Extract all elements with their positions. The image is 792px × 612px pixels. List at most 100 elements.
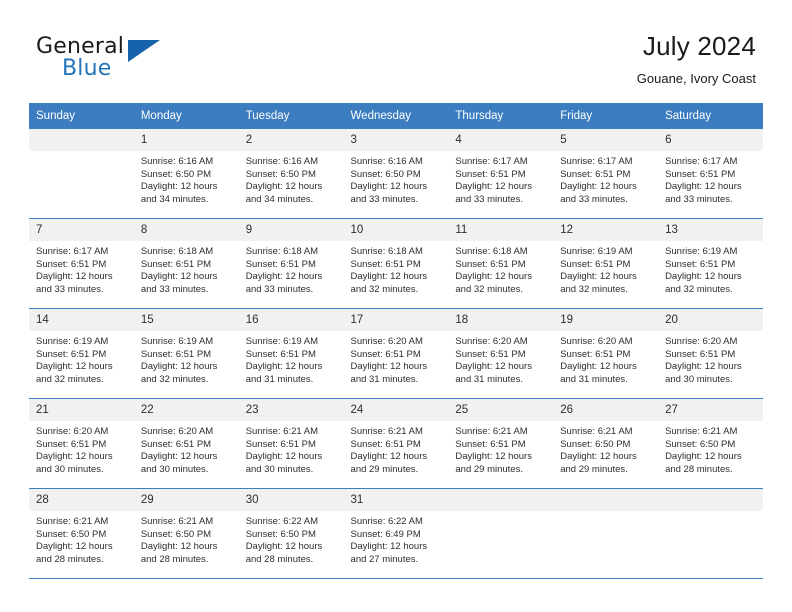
daylight-duration-line1: Daylight: 12 hours: [350, 541, 428, 553]
sunset-time: Sunset: 6:51 PM: [350, 438, 421, 450]
calendar-day-cell[interactable]: 6 Sunrise: 6:17 AM Sunset: 6:51 PM Daylight…: [658, 128, 763, 219]
sunrise-time: Sunrise: 6:20 AM: [140, 426, 214, 437]
calendar-day-cell[interactable]: 10 Sunrise: 6:18 AM Sunset: 6:51 PM Dayligh…: [343, 218, 449, 309]
sunrise-time: Sunrise: 6:19 AM: [245, 336, 319, 347]
sunset-time: Sunset: 6:51 PM: [140, 258, 212, 270]
calendar-day-cell[interactable]: 21 Sunrise: 6:20 AM Sunset: 6:51 PM Dayligh…: [29, 398, 134, 489]
day-sun-info: Sunrise: 6:19 AM Sunset: 6:51 PM Daylight:…: [658, 241, 763, 296]
weekday-header-saturday: Saturday: [658, 103, 763, 129]
day-number: 3: [343, 129, 449, 151]
calendar-day-cell[interactable]: 31 Sunrise: 6:22 AM Sunset: 6:49 PM Dayligh…: [343, 488, 449, 579]
calendar-day-cell[interactable]: 24 Sunrise: 6:21 AM Sunset: 6:51 PM Dayligh…: [343, 398, 449, 489]
sunset-time: Sunset: 6:51 PM: [455, 258, 526, 270]
sunset-time: Sunset: 6:51 PM: [665, 168, 736, 180]
sunset-time: Sunset: 6:51 PM: [455, 438, 526, 450]
day-sun-info: Sunrise: 6:22 AM Sunset: 6:50 PM Daylight:…: [239, 511, 344, 566]
daylight-duration-line1: Daylight: 12 hours: [245, 271, 323, 283]
sunset-time: Sunset: 6:50 PM: [140, 528, 212, 540]
calendar-day-cell[interactable]: 30 Sunrise: 6:22 AM Sunset: 6:50 PM Dayligh…: [238, 488, 344, 579]
calendar-day-cell[interactable]: 5 Sunrise: 6:17 AM Sunset: 6:51 PM Daylight…: [553, 128, 659, 219]
calendar-body: 1 Sunrise: 6:16 AM Sunset: 6:50 PM Daylight…: [29, 128, 763, 579]
sunrise-time: Sunrise: 6:20 AM: [560, 336, 633, 347]
daylight-duration-line1: Daylight: 12 hours: [140, 451, 218, 463]
calendar-day-cell[interactable]: 20 Sunrise: 6:20 AM Sunset: 6:51 PM Dayligh…: [658, 308, 763, 399]
calendar-day-cell[interactable]: 25 Sunrise: 6:21 AM Sunset: 6:51 PM Dayligh…: [448, 398, 554, 489]
sunrise-time: Sunrise: 6:18 AM: [245, 246, 319, 257]
sunset-time: Sunset: 6:51 PM: [455, 168, 526, 180]
calendar-day-cell[interactable]: 7 Sunrise: 6:17 AM Sunset: 6:51 PM Daylight…: [29, 218, 134, 309]
page-header: General Blue July 2024 Gouane, Ivory Coa…: [0, 0, 792, 100]
daylight-duration-line1: Daylight: 12 hours: [350, 181, 428, 193]
sunrise-time: Sunrise: 6:17 AM: [36, 246, 109, 257]
daylight-duration-line1: Daylight: 12 hours: [665, 271, 742, 283]
daylight-duration-line2: and 34 minutes.: [140, 193, 209, 205]
calendar-day-cell[interactable]: 17 Sunrise: 6:20 AM Sunset: 6:51 PM Dayligh…: [343, 308, 449, 399]
weekday-header-thursday: Thursday: [448, 103, 554, 129]
day-sun-info: Sunrise: 6:18 AM Sunset: 6:51 PM Daylight:…: [134, 241, 239, 296]
calendar-day-cell[interactable]: 3 Sunrise: 6:16 AM Sunset: 6:50 PM Daylight…: [343, 128, 449, 219]
sunset-time: Sunset: 6:50 PM: [350, 168, 421, 180]
calendar-day-cell[interactable]: 23 Sunrise: 6:21 AM Sunset: 6:51 PM Dayligh…: [238, 398, 344, 489]
calendar-day-cell[interactable]: 1 Sunrise: 6:16 AM Sunset: 6:50 PM Daylight…: [133, 128, 239, 219]
day-number: 14: [29, 309, 134, 331]
calendar-day-cell[interactable]: 27 Sunrise: 6:21 AM Sunset: 6:50 PM Dayligh…: [658, 398, 763, 489]
sunrise-time: Sunrise: 6:21 AM: [665, 426, 738, 437]
day-number: 2: [238, 129, 344, 151]
calendar-day-cell[interactable]: 19 Sunrise: 6:20 AM Sunset: 6:51 PM Dayligh…: [553, 308, 659, 399]
sunset-time: Sunset: 6:50 PM: [245, 168, 316, 180]
daylight-duration-line1: Daylight: 12 hours: [455, 271, 532, 283]
day-sun-info: Sunrise: 6:17 AM Sunset: 6:51 PM Daylight:…: [553, 151, 658, 206]
calendar-day-cell[interactable]: 2 Sunrise: 6:16 AM Sunset: 6:50 PM Daylight…: [238, 128, 344, 219]
daylight-duration-line1: Daylight: 12 hours: [140, 271, 218, 283]
sunrise-time: Sunrise: 6:16 AM: [350, 156, 423, 167]
day-number: [553, 489, 659, 511]
calendar-day-cell[interactable]: 28 Sunrise: 6:21 AM Sunset: 6:50 PM Dayligh…: [29, 488, 134, 579]
sunset-time: Sunset: 6:51 PM: [665, 348, 736, 360]
month-calendar-table: Sunday Monday Tuesday Wednesday Thursday…: [29, 103, 763, 579]
daylight-duration-line2: and 33 minutes.: [36, 283, 104, 295]
sunset-time: Sunset: 6:51 PM: [140, 438, 212, 450]
calendar-day-cell[interactable]: 13 Sunrise: 6:19 AM Sunset: 6:51 PM Dayligh…: [658, 218, 763, 309]
sunset-time: Sunset: 6:51 PM: [455, 348, 526, 360]
sunset-time: Sunset: 6:51 PM: [350, 258, 421, 270]
sunset-time: Sunset: 6:51 PM: [36, 438, 107, 450]
calendar-day-cell[interactable]: 11 Sunrise: 6:18 AM Sunset: 6:51 PM Dayligh…: [448, 218, 554, 309]
sunrise-time: Sunrise: 6:21 AM: [36, 516, 109, 527]
calendar-day-cell[interactable]: 8 Sunrise: 6:18 AM Sunset: 6:51 PM Daylight…: [133, 218, 239, 309]
title-block: July 2024 Gouane, Ivory Coast: [637, 30, 756, 87]
daylight-duration-line1: Daylight: 12 hours: [560, 451, 637, 463]
sunrise-time: Sunrise: 6:20 AM: [350, 336, 423, 347]
day-number: 31: [343, 489, 449, 511]
calendar-day-cell[interactable]: 22 Sunrise: 6:20 AM Sunset: 6:51 PM Dayligh…: [133, 398, 239, 489]
daylight-duration-line1: Daylight: 12 hours: [560, 361, 637, 373]
daylight-duration-line1: Daylight: 12 hours: [245, 451, 323, 463]
calendar-day-cell[interactable]: 18 Sunrise: 6:20 AM Sunset: 6:51 PM Dayligh…: [448, 308, 554, 399]
calendar-day-cell[interactable]: 26 Sunrise: 6:21 AM Sunset: 6:50 PM Dayligh…: [553, 398, 659, 489]
day-number: 12: [553, 219, 659, 241]
calendar-day-cell-empty: [448, 488, 554, 579]
calendar-day-cell-empty: [29, 128, 134, 219]
day-number: 13: [658, 219, 763, 241]
calendar-day-cell[interactable]: 29 Sunrise: 6:21 AM Sunset: 6:50 PM Dayligh…: [133, 488, 239, 579]
daylight-duration-line1: Daylight: 12 hours: [455, 181, 532, 193]
day-sun-info: Sunrise: 6:18 AM Sunset: 6:51 PM Daylight:…: [448, 241, 553, 296]
calendar-day-cell[interactable]: 15 Sunrise: 6:19 AM Sunset: 6:51 PM Dayligh…: [133, 308, 239, 399]
sunrise-time: Sunrise: 6:20 AM: [36, 426, 109, 437]
sunset-time: Sunset: 6:50 PM: [36, 528, 107, 540]
page-title: July 2024: [642, 31, 756, 61]
daylight-duration-line2: and 30 minutes.: [140, 463, 209, 475]
sunrise-time: Sunrise: 6:16 AM: [140, 156, 214, 167]
daylight-duration-line1: Daylight: 12 hours: [245, 181, 323, 193]
daylight-duration-line2: and 32 minutes.: [455, 283, 523, 295]
calendar-day-cell[interactable]: 16 Sunrise: 6:19 AM Sunset: 6:51 PM Dayligh…: [238, 308, 344, 399]
sunset-time: Sunset: 6:50 PM: [140, 168, 212, 180]
day-number: 27: [658, 399, 763, 421]
calendar-day-cell[interactable]: 9 Sunrise: 6:18 AM Sunset: 6:51 PM Daylight…: [238, 218, 344, 309]
sunset-time: Sunset: 6:51 PM: [36, 258, 107, 270]
day-sun-info: Sunrise: 6:20 AM Sunset: 6:51 PM Daylight:…: [29, 421, 134, 476]
calendar-day-cell[interactable]: 14 Sunrise: 6:19 AM Sunset: 6:51 PM Dayligh…: [29, 308, 134, 399]
day-sun-info: Sunrise: 6:19 AM Sunset: 6:51 PM Daylight:…: [29, 331, 134, 386]
day-sun-info: Sunrise: 6:20 AM Sunset: 6:51 PM Daylight:…: [134, 421, 239, 476]
calendar-day-cell[interactable]: 4 Sunrise: 6:17 AM Sunset: 6:51 PM Daylight…: [448, 128, 554, 219]
calendar-day-cell[interactable]: 12 Sunrise: 6:19 AM Sunset: 6:51 PM Dayligh…: [553, 218, 659, 309]
